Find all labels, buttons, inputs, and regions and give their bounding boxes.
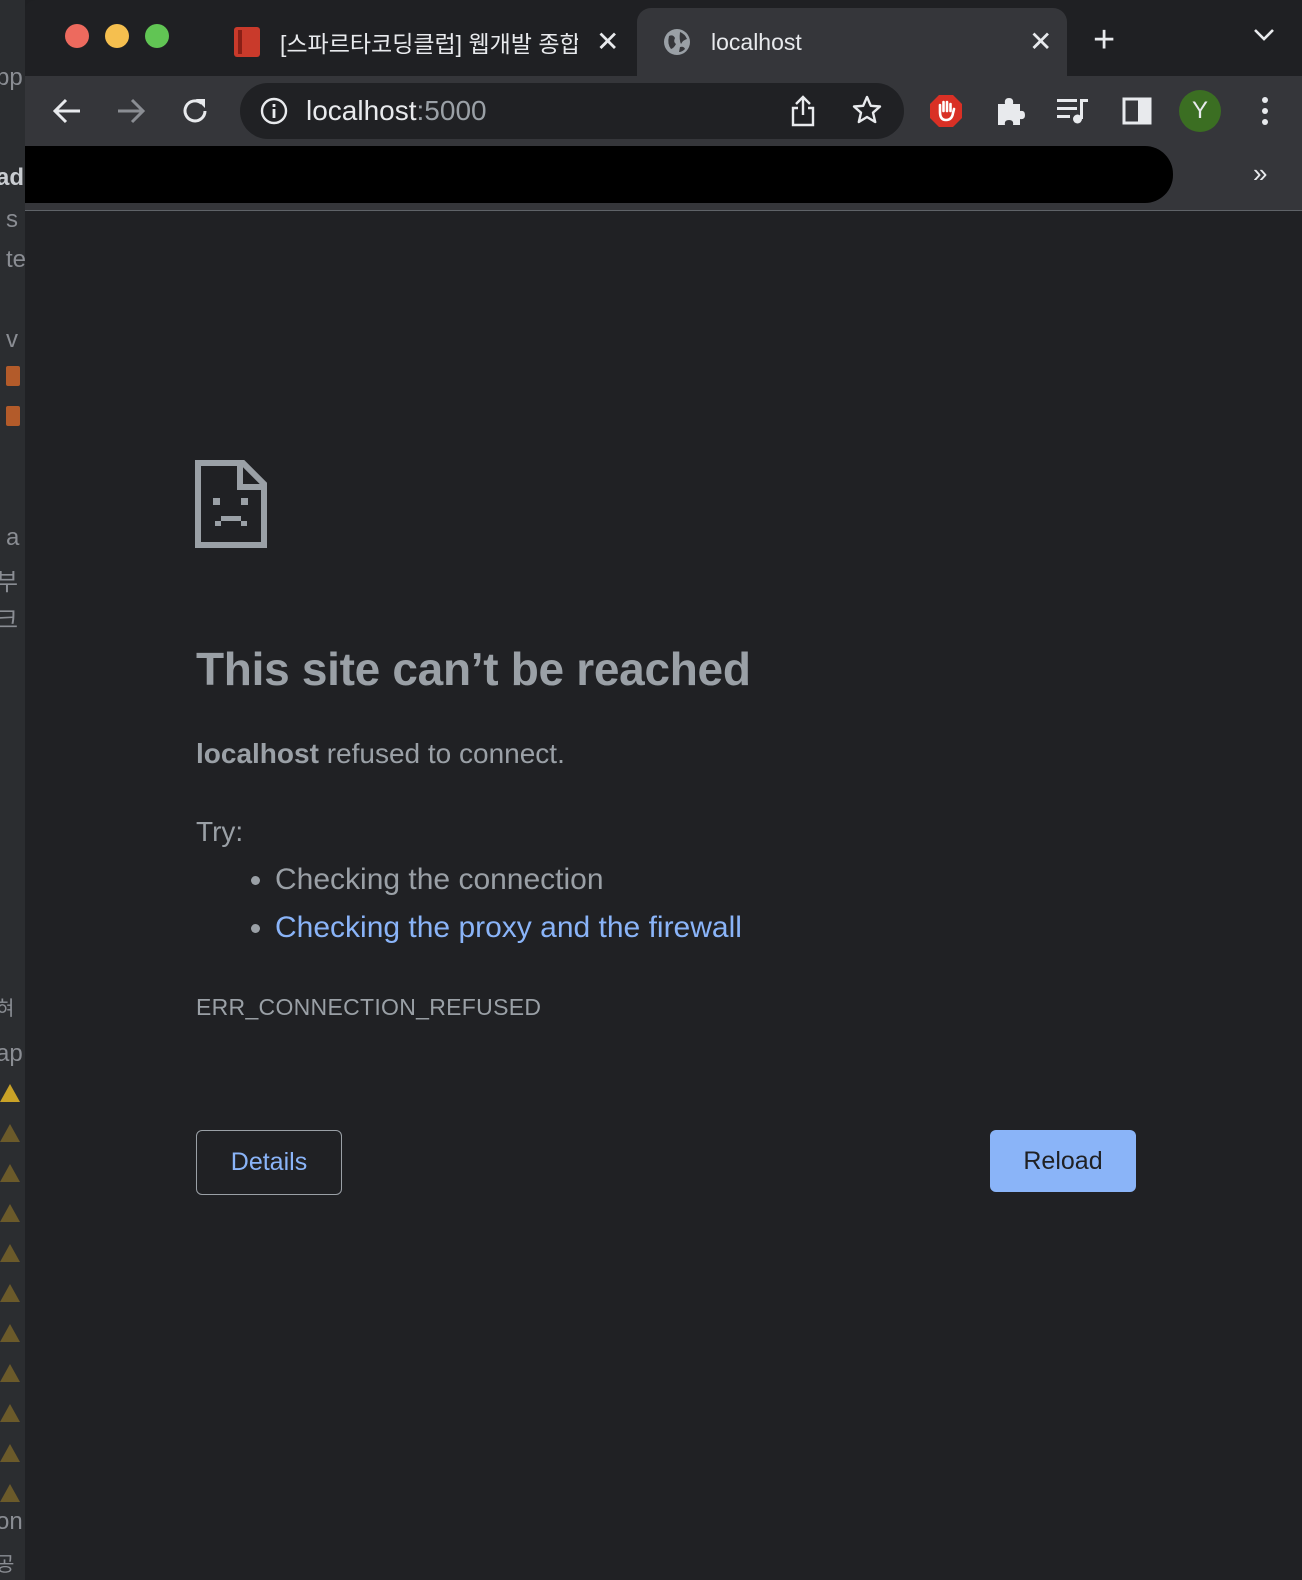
ide-text-fragment: ap bbox=[0, 1040, 23, 1067]
side-panel-icon bbox=[1122, 97, 1152, 125]
url-host: localhost bbox=[306, 95, 417, 126]
suggestion-check-connection: Checking the connection bbox=[275, 862, 742, 910]
ide-file-icon bbox=[6, 406, 20, 426]
globe-icon bbox=[664, 29, 690, 55]
reload-page-button[interactable]: Reload bbox=[990, 1130, 1136, 1192]
ide-text-fragment: v bbox=[6, 326, 18, 353]
bookmarks-overflow-button[interactable]: » bbox=[1253, 158, 1267, 189]
tab-strip: [스파르타코딩클럽] 웹개발 종합반 ✕ localhost ✕ + bbox=[25, 0, 1302, 76]
browser-window: [스파르타코딩클럽] 웹개발 종합반 ✕ localhost ✕ + local… bbox=[25, 0, 1302, 1580]
ide-warning-icon bbox=[0, 1484, 20, 1502]
ide-text-fragment: 공 bbox=[0, 1554, 15, 1576]
star-icon[interactable] bbox=[852, 95, 882, 125]
extensions-button[interactable] bbox=[992, 93, 1028, 129]
error-description: localhost refused to connect. bbox=[196, 738, 565, 770]
error-code: ERR_CONNECTION_REFUSED bbox=[196, 994, 542, 1020]
info-icon[interactable] bbox=[260, 97, 288, 125]
more-vertical-icon bbox=[1262, 97, 1268, 125]
ide-file-icon bbox=[6, 366, 20, 386]
ide-warning-icon bbox=[0, 1244, 20, 1262]
ide-text-fragment: s bbox=[6, 206, 18, 233]
ide-warning-icon bbox=[0, 1284, 20, 1302]
ide-warning-icon bbox=[0, 1324, 20, 1342]
ide-warning-icon bbox=[0, 1364, 20, 1382]
new-tab-button[interactable]: + bbox=[1093, 21, 1115, 59]
stop-hand-icon bbox=[930, 95, 962, 127]
suggestion-check-proxy-firewall-link[interactable]: Checking the proxy and the firewall bbox=[275, 910, 742, 958]
suggestions-list: Checking the connection Checking the pro… bbox=[275, 862, 742, 958]
bookmarks-bar: » bbox=[25, 146, 1302, 211]
playlist-music-icon bbox=[1057, 99, 1088, 124]
background-ide-window: pp ad s te v a 부 크 혀 ap on 공 bbox=[0, 0, 25, 1580]
ide-warning-icon bbox=[0, 1444, 20, 1462]
book-icon bbox=[234, 27, 260, 57]
ide-warning-icon bbox=[0, 1164, 20, 1182]
side-panel-button[interactable] bbox=[1119, 93, 1155, 129]
url-port: :5000 bbox=[416, 95, 487, 126]
profile-avatar[interactable]: Y bbox=[1179, 90, 1221, 132]
forward-button[interactable] bbox=[113, 93, 149, 129]
window-close-button[interactable] bbox=[65, 24, 89, 48]
ide-text-fragment: 혀 bbox=[0, 998, 15, 1020]
adblock-extension-button[interactable] bbox=[928, 93, 964, 129]
window-minimize-button[interactable] bbox=[105, 24, 129, 48]
refresh-icon bbox=[183, 99, 207, 123]
ide-warning-icon bbox=[0, 1204, 20, 1222]
chevron-down-icon[interactable] bbox=[1253, 28, 1275, 42]
arrow-left-icon bbox=[52, 98, 80, 124]
ide-text-fragment: on bbox=[0, 1508, 23, 1535]
error-description-text: refused to connect. bbox=[318, 738, 565, 769]
close-icon[interactable]: ✕ bbox=[1029, 28, 1052, 56]
window-maximize-button[interactable] bbox=[145, 24, 169, 48]
ide-warning-icon bbox=[0, 1084, 20, 1102]
tab-title: [스파르타코딩클럽] 웹개발 종합반 bbox=[280, 31, 578, 57]
error-host: localhost bbox=[196, 738, 319, 769]
ide-text-fragment: a bbox=[6, 524, 20, 551]
error-title: This site can’t be reached bbox=[196, 643, 751, 695]
reload-button[interactable] bbox=[177, 93, 213, 129]
tab-localhost[interactable]: localhost ✕ bbox=[637, 8, 1067, 76]
redacted-bookmarks bbox=[25, 146, 1173, 203]
tab-sparta-coding[interactable]: [스파르타코딩클럽] 웹개발 종합반 ✕ bbox=[220, 8, 635, 76]
address-bar[interactable]: localhost:5000 bbox=[240, 83, 904, 139]
try-label: Try: bbox=[196, 816, 244, 847]
browser-toolbar: localhost:5000 Y bbox=[25, 76, 1302, 146]
ide-text-fragment: ad bbox=[0, 164, 25, 191]
puzzle-icon bbox=[998, 98, 1025, 125]
arrow-right-icon bbox=[118, 98, 146, 124]
back-button[interactable] bbox=[49, 93, 85, 129]
menu-button[interactable] bbox=[1247, 93, 1283, 129]
media-control-button[interactable] bbox=[1055, 93, 1091, 129]
tab-title: localhost bbox=[711, 28, 802, 55]
close-icon[interactable]: ✕ bbox=[596, 28, 619, 56]
ide-text-fragment: 부 bbox=[0, 569, 19, 596]
sad-page-icon bbox=[195, 460, 267, 548]
ide-warning-icon bbox=[0, 1404, 20, 1422]
ide-text-fragment: 크 bbox=[0, 607, 19, 634]
ide-text-fragment: pp bbox=[0, 64, 23, 91]
error-page: This site can’t be reached localhost ref… bbox=[25, 212, 1302, 1580]
ide-warning-icon bbox=[0, 1124, 20, 1142]
details-button[interactable]: Details bbox=[196, 1130, 342, 1195]
url-text[interactable]: localhost:5000 bbox=[306, 95, 487, 127]
ide-text-fragment: te bbox=[6, 246, 25, 273]
share-icon[interactable] bbox=[790, 95, 816, 127]
